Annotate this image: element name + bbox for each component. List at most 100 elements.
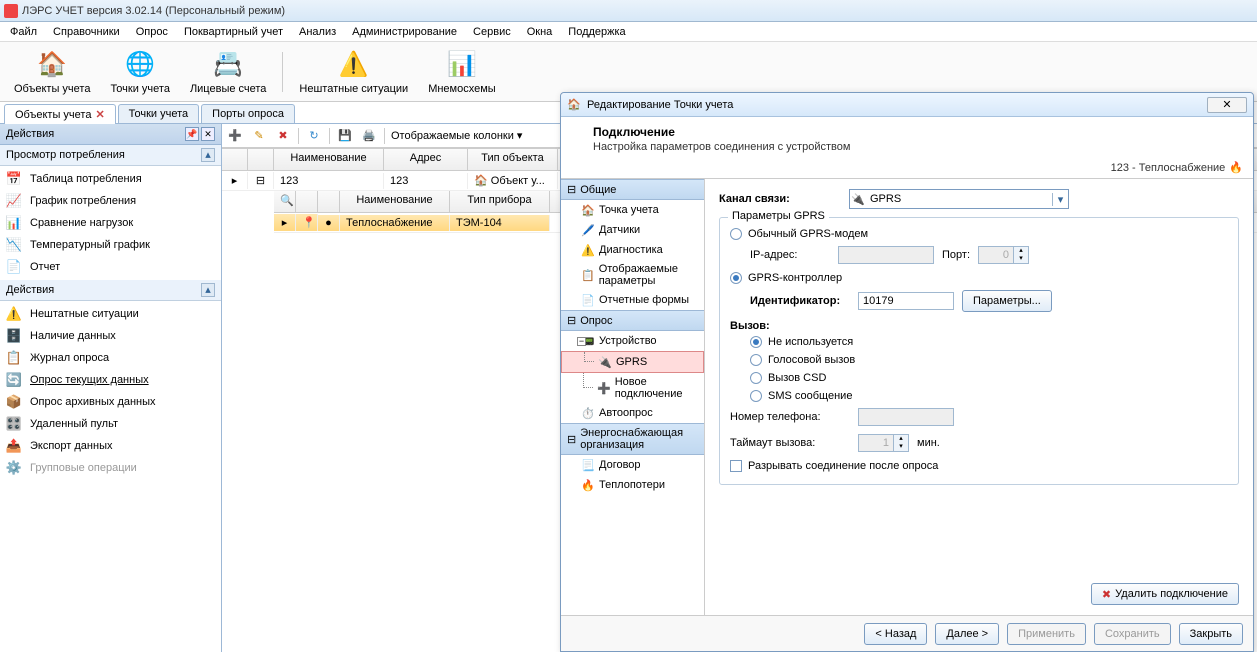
spin-up-icon: ▴ bbox=[1014, 247, 1028, 255]
house-icon: 🏠 bbox=[36, 49, 68, 81]
tab-objects[interactable]: Объекты учета✕ bbox=[4, 104, 116, 124]
minus-icon: ⊟ bbox=[567, 433, 576, 446]
window-title: ЛЭРС УЧЕТ версия 3.02.14 (Персональный р… bbox=[22, 5, 285, 17]
tree-section-org[interactable]: ⊟Энергоснабжающая организация bbox=[561, 423, 704, 455]
tool-schemas[interactable]: 📊Мнемосхемы bbox=[420, 47, 504, 97]
call-sms[interactable]: SMS сообщение bbox=[750, 390, 1228, 402]
col-type[interactable]: Тип объекта bbox=[468, 149, 558, 170]
close-icon[interactable]: ✕ bbox=[95, 108, 104, 121]
tree-device[interactable]: −📟Устройство bbox=[561, 331, 704, 351]
tool-accounts[interactable]: 📇Лицевые счета bbox=[182, 47, 274, 97]
tab-points[interactable]: Точки учета bbox=[118, 104, 200, 123]
action-chart[interactable]: 📈График потребления bbox=[0, 190, 221, 212]
radio-modem[interactable]: Обычный GPRS-модем bbox=[730, 228, 1228, 240]
chevron-up-icon[interactable]: ▴ bbox=[201, 148, 215, 162]
call-csd[interactable]: Вызов CSD bbox=[750, 372, 1228, 384]
action-export[interactable]: 📤Экспорт данных bbox=[0, 435, 221, 457]
chart-icon: 📊 bbox=[446, 49, 478, 81]
print-icon[interactable]: 🖨️ bbox=[360, 127, 378, 145]
tree-params[interactable]: 📋Отображаемые параметры bbox=[561, 260, 704, 290]
tree-new-conn[interactable]: ➕Новое подключение bbox=[561, 373, 704, 403]
next-button[interactable]: Далее > bbox=[935, 623, 999, 645]
port-input bbox=[978, 246, 1014, 264]
calendar-icon: 📅 bbox=[6, 171, 22, 187]
warning-icon: ⚠️ bbox=[6, 306, 22, 322]
call-voice[interactable]: Голосовой вызов bbox=[750, 354, 1228, 366]
menu-windows[interactable]: Окна bbox=[519, 24, 561, 40]
actions2-header[interactable]: Действия ▴ bbox=[0, 280, 221, 301]
tree-reports[interactable]: 📄Отчетные формы bbox=[561, 290, 704, 310]
delete-connection-button[interactable]: ✖Удалить подключение bbox=[1091, 583, 1239, 605]
chevron-down-icon[interactable]: ▾ bbox=[1052, 193, 1068, 206]
close-button[interactable]: ✕ bbox=[1207, 97, 1247, 113]
action-poll-current[interactable]: 🔄Опрос текущих данных bbox=[0, 369, 221, 391]
call-none[interactable]: Не используется bbox=[750, 336, 1228, 348]
dialog-footer: < Назад Далее > Применить Сохранить Закр… bbox=[561, 615, 1253, 651]
tree-autopoll[interactable]: ⏱️Автоопрос bbox=[561, 403, 704, 423]
tree-section-poll[interactable]: ⊟Опрос bbox=[561, 310, 704, 331]
minus-icon[interactable]: − bbox=[577, 337, 586, 346]
menu-poll[interactable]: Опрос bbox=[128, 24, 176, 40]
col-addr[interactable]: Адрес bbox=[384, 149, 468, 170]
action-report[interactable]: 📄Отчет bbox=[0, 256, 221, 278]
add-icon[interactable]: ➕ bbox=[226, 127, 244, 145]
chevron-up-icon[interactable]: ▴ bbox=[201, 283, 215, 297]
edit-icon[interactable]: ✎ bbox=[250, 127, 268, 145]
back-button[interactable]: < Назад bbox=[864, 623, 927, 645]
menu-analysis[interactable]: Анализ bbox=[291, 24, 344, 40]
menu-admin[interactable]: Администрирование bbox=[344, 24, 465, 40]
action-temp[interactable]: 📉Температурный график bbox=[0, 234, 221, 256]
view-actions: 📅Таблица потребления 📈График потребления… bbox=[0, 166, 221, 280]
tool-objects[interactable]: 🏠Объекты учета bbox=[6, 47, 98, 97]
action-poll-archive[interactable]: 📦Опрос архивных данных bbox=[0, 391, 221, 413]
col-name[interactable]: Наименование bbox=[274, 149, 384, 170]
ip-input bbox=[838, 246, 934, 264]
refresh-icon[interactable]: ↻ bbox=[305, 127, 323, 145]
pin-icon[interactable]: 📌 bbox=[185, 127, 199, 141]
tree-contract[interactable]: 📃Договор bbox=[561, 455, 704, 475]
window-titlebar: ЛЭРС УЧЕТ версия 3.02.14 (Персональный р… bbox=[0, 0, 1257, 22]
actions-header: Действия 📌✕ bbox=[0, 124, 221, 145]
menu-service[interactable]: Сервис bbox=[465, 24, 519, 40]
menu-help[interactable]: Поддержка bbox=[560, 24, 633, 40]
delete-icon[interactable]: ✖ bbox=[274, 127, 292, 145]
action-alerts[interactable]: ⚠️Нештатные ситуации bbox=[0, 303, 221, 325]
plug-icon: 🔌 bbox=[850, 193, 866, 206]
columns-dropdown[interactable]: Отображаемые колонки ▾ bbox=[391, 129, 522, 142]
action-data[interactable]: 🗄️Наличие данных bbox=[0, 325, 221, 347]
close-button[interactable]: Закрыть bbox=[1179, 623, 1243, 645]
tab-ports[interactable]: Порты опроса bbox=[201, 104, 295, 123]
minus-icon: ⊟ bbox=[567, 314, 576, 327]
tool-points[interactable]: 🌐Точки учета bbox=[102, 47, 178, 97]
menu-dict[interactable]: Справочники bbox=[45, 24, 128, 40]
action-journal[interactable]: 📋Журнал опроса bbox=[0, 347, 221, 369]
tree-heatloss[interactable]: 🔥Теплопотери bbox=[561, 475, 704, 495]
action-table[interactable]: 📅Таблица потребления bbox=[0, 168, 221, 190]
params-button[interactable]: Параметры... bbox=[962, 290, 1052, 312]
tree-sensors[interactable]: 🖊️Датчики bbox=[561, 220, 704, 240]
action-compare[interactable]: 📊Сравнение нагрузок bbox=[0, 212, 221, 234]
dialog-header: Подключение Настройка параметров соедине… bbox=[561, 117, 1253, 157]
spin-up-icon: ▴ bbox=[894, 435, 908, 443]
tree-point[interactable]: 🏠Точка учета bbox=[561, 200, 704, 220]
tool-alerts[interactable]: ⚠️Нештатные ситуации bbox=[291, 47, 416, 97]
identifier-input[interactable] bbox=[858, 292, 954, 310]
tree-section-general[interactable]: ⊟Общие bbox=[561, 179, 704, 200]
toolbar-sep bbox=[282, 52, 283, 92]
app-icon bbox=[4, 4, 18, 18]
refresh-icon: 🔄 bbox=[6, 372, 22, 388]
db-icon: 🗄️ bbox=[6, 328, 22, 344]
remote-icon: 🎛️ bbox=[6, 416, 22, 432]
spin-down-icon: ▾ bbox=[1014, 255, 1028, 263]
channel-combo[interactable]: 🔌 GPRS ▾ bbox=[849, 189, 1069, 209]
view-section-header[interactable]: Просмотр потребления ▴ bbox=[0, 145, 221, 166]
tree-gprs[interactable]: 🔌GPRS bbox=[561, 351, 704, 373]
disconnect-checkbox[interactable]: Разрывать соединение после опроса bbox=[730, 460, 1228, 472]
menu-file[interactable]: Файл bbox=[2, 24, 45, 40]
save-icon[interactable]: 💾 bbox=[336, 127, 354, 145]
close-icon[interactable]: ✕ bbox=[201, 127, 215, 141]
radio-controller[interactable]: GPRS-контроллер bbox=[730, 272, 1228, 284]
tree-diag[interactable]: ⚠️Диагностика bbox=[561, 240, 704, 260]
action-remote[interactable]: 🎛️Удаленный пульт bbox=[0, 413, 221, 435]
menu-apt[interactable]: Поквартирный учет bbox=[176, 24, 291, 40]
